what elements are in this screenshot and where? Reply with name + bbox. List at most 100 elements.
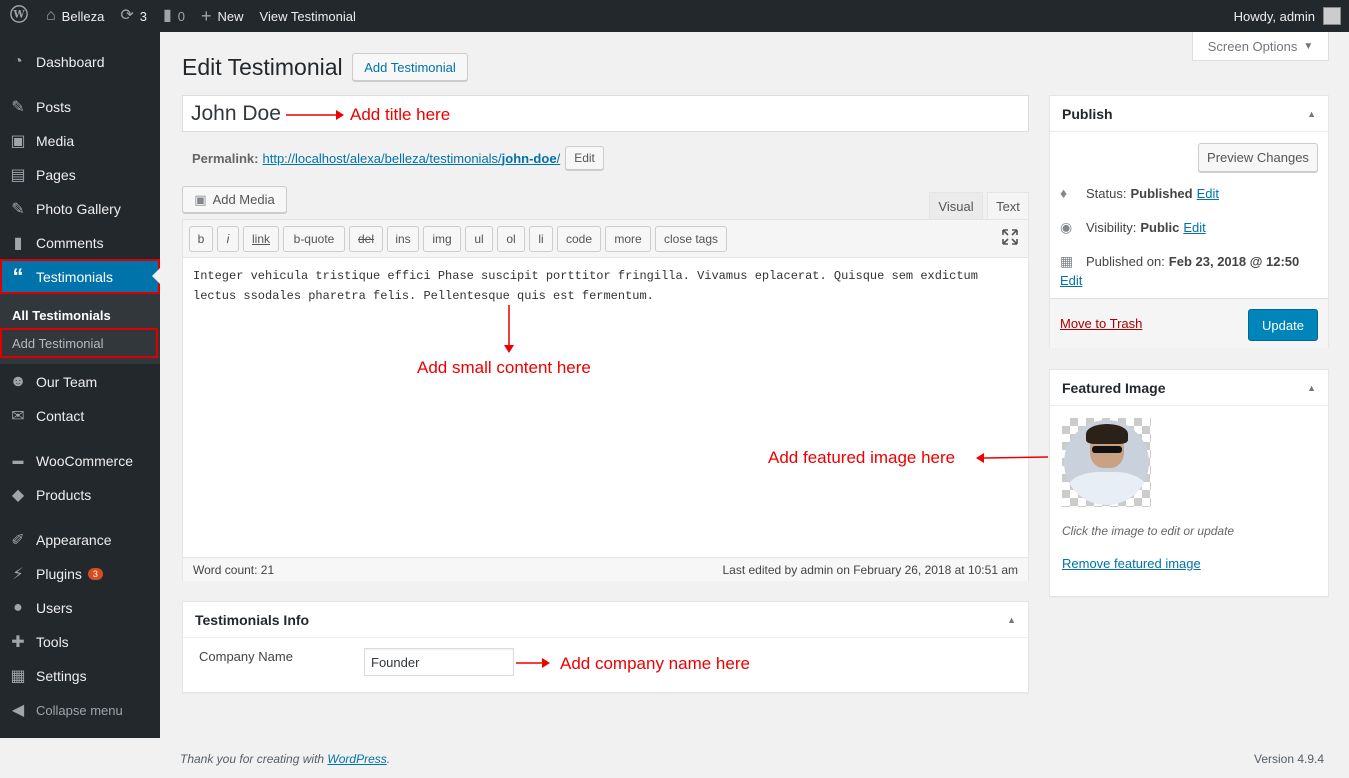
qt-bold-button[interactable]: b — [189, 226, 213, 252]
status-row: ♦ Status: Published Edit — [1060, 185, 1219, 201]
annotation-arrow-company — [516, 658, 550, 668]
pin-icon: ♦ — [1060, 185, 1068, 201]
annotation-featured: Add featured image here — [768, 448, 956, 467]
visibility-value: Public — [1140, 220, 1180, 235]
preview-changes-button[interactable]: Preview Changes — [1198, 143, 1318, 172]
featured-image-thumbnail[interactable] — [1062, 418, 1151, 507]
sidebar-item-tools[interactable]: ✚ Tools — [0, 625, 160, 659]
visibility-row: ◉ Visibility: Public Edit — [1060, 219, 1206, 236]
qt-img-button[interactable]: img — [423, 226, 461, 252]
status-edit-link[interactable]: Edit — [1197, 186, 1219, 201]
sidebar-item-label: Photo Gallery — [36, 201, 121, 217]
screen-options-button[interactable]: Screen Options ▼ — [1192, 32, 1329, 61]
wordpress-link[interactable]: WordPress — [327, 752, 386, 766]
portrait-hair — [1086, 424, 1128, 444]
sidebar-item-products[interactable]: ◆ Products — [0, 478, 160, 512]
sidebar-item-testimonials[interactable]: “ Testimonials — [0, 259, 160, 294]
site-name-menu[interactable]: ⌂ Belleza — [38, 0, 112, 32]
sidebar-item-settings[interactable]: ▦ Settings — [0, 659, 160, 693]
comments-menu[interactable]: ▮ 0 — [155, 0, 193, 32]
admin-sidebar: ◔ Dashboard ✎ Posts ▣ Media ▤ Pages ✎ Photo G… — [0, 32, 160, 738]
sidebar-item-label: Settings — [36, 668, 87, 684]
sidebar-item-users[interactable]: ● Users — [0, 591, 160, 625]
collapse-toggle-icon[interactable]: ▲ — [1007, 615, 1016, 625]
collapse-icon: ◀ — [11, 702, 25, 719]
new-content-menu[interactable]: + New — [193, 0, 252, 32]
submenu-add-testimonial[interactable]: Add Testimonial — [0, 328, 158, 358]
featured-image-box: Featured Image ▲ Click the image to edit… — [1049, 369, 1329, 597]
annotation-content: Add small content here — [417, 358, 591, 377]
qt-link-button[interactable]: link — [243, 226, 279, 252]
qt-ul-button[interactable]: ul — [465, 226, 493, 252]
sidebar-item-contact[interactable]: ✉ Contact — [0, 399, 160, 433]
sidebar-item-label: WooCommerce — [36, 453, 133, 469]
sidebar-item-plugins[interactable]: ⚡ Plugins 3 — [0, 557, 160, 591]
woo-icon: ▬ — [12, 455, 24, 467]
qt-ol-button[interactable]: ol — [497, 226, 525, 252]
collapse-toggle-icon[interactable]: ▲ — [1307, 383, 1316, 393]
remove-featured-image-link[interactable]: Remove featured image — [1062, 556, 1201, 571]
qt-ins-button[interactable]: ins — [387, 226, 419, 252]
annotation-arrow-title — [286, 110, 344, 120]
qt-bquote-button[interactable]: b-quote — [283, 226, 345, 252]
sidebar-item-dashboard[interactable]: ◔ Dashboard — [0, 45, 160, 79]
calendar-icon: ▦ — [1060, 253, 1074, 269]
qt-more-button[interactable]: more — [605, 226, 651, 252]
sidebar-item-label: Appearance — [36, 532, 112, 548]
permalink-tail: / — [556, 150, 561, 166]
annotation-arrow-content — [504, 305, 514, 353]
published-edit-link[interactable]: Edit — [1060, 273, 1082, 288]
sidebar-item-label: Dashboard — [36, 54, 105, 70]
visibility-edit-link[interactable]: Edit — [1183, 220, 1205, 235]
published-value: Feb 23, 2018 @ 12:50 — [1168, 254, 1300, 269]
eye-icon: ◉ — [1060, 219, 1073, 235]
permalink-edit-button[interactable]: Edit — [565, 146, 604, 170]
annotation-company: Add company name here — [560, 654, 750, 673]
sidebar-item-appearance[interactable]: ✐ Appearance — [0, 523, 160, 557]
site-name: Belleza — [61, 8, 105, 24]
account-menu[interactable]: Howdy, admin — [1234, 7, 1349, 25]
qt-italic-button[interactable]: i — [217, 226, 239, 252]
qt-close-tags-button[interactable]: close tags — [655, 226, 727, 252]
view-testimonial-link[interactable]: View Testimonial — [252, 0, 364, 32]
qt-del-button[interactable]: del — [349, 226, 383, 252]
content-editor: b i link b-quote del ins img ul ol li co… — [182, 219, 1029, 581]
permalink-slug: john-doe — [501, 150, 557, 166]
add-media-button[interactable]: ▣ Add Media — [182, 186, 287, 213]
qt-code-button[interactable]: code — [557, 226, 601, 252]
collapse-toggle-icon[interactable]: ▲ — [1307, 109, 1316, 119]
wp-logo-menu[interactable]: W — [0, 0, 38, 32]
content-textarea[interactable]: Integer vehicula tristique effici Phase … — [193, 266, 1023, 306]
company-name-label: Company Name — [199, 649, 293, 664]
add-testimonial-button[interactable]: Add Testimonial — [352, 53, 468, 81]
post-title-value: John Doe — [191, 101, 281, 125]
updates-menu[interactable]: ⟳ 3 — [112, 0, 155, 32]
sidebar-item-pages[interactable]: ▤ Pages — [0, 158, 160, 192]
new-label: New — [217, 8, 244, 24]
sidebar-item-woocommerce[interactable]: ▬ WooCommerce — [0, 444, 160, 478]
settings-icon: ▦ — [10, 668, 26, 685]
update-button[interactable]: Update — [1248, 309, 1318, 341]
tab-visual[interactable]: Visual — [929, 192, 983, 220]
company-name-input[interactable]: Founder — [364, 648, 514, 676]
media-icon: ▣ — [10, 133, 26, 150]
tab-text[interactable]: Text — [987, 192, 1029, 220]
sidebar-item-posts[interactable]: ✎ Posts — [0, 90, 160, 124]
permalink-row: Permalink: http://localhost/alexa/bellez… — [192, 146, 604, 170]
submenu-all-testimonials[interactable]: All Testimonials — [0, 301, 160, 329]
qt-li-button[interactable]: li — [529, 226, 553, 252]
sidebar-item-our-team[interactable]: ☻ Our Team — [0, 365, 160, 399]
permalink-link[interactable]: http://localhost/alexa/belleza/testimoni… — [262, 151, 560, 166]
comment-icon: ▮ — [13, 235, 23, 252]
move-to-trash-link[interactable]: Move to Trash — [1060, 316, 1142, 331]
sidebar-item-comments[interactable]: ▮ Comments — [0, 226, 160, 260]
sidebar-item-media[interactable]: ▣ Media — [0, 124, 160, 158]
fullscreen-icon[interactable] — [1002, 229, 1018, 250]
company-name-value: Founder — [371, 654, 420, 670]
collapse-menu-button[interactable]: ◀ Collapse menu — [0, 693, 160, 727]
editor-status-bar: Word count: 21 Last edited by admin on F… — [183, 557, 1028, 581]
permalink-base: http://localhost/alexa/belleza/testimoni… — [262, 150, 502, 166]
sidebar-item-photo-gallery[interactable]: ✎ Photo Gallery — [0, 192, 160, 226]
footer-thanks: Thank you for creating with WordPress. — [180, 752, 390, 766]
sidebar-item-label: Posts — [36, 99, 72, 115]
